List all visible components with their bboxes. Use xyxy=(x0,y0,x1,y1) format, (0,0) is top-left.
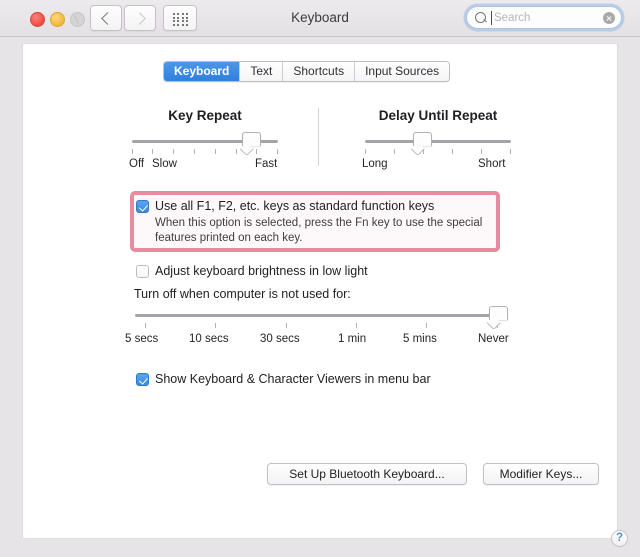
key-repeat-thumb[interactable] xyxy=(242,132,261,146)
turn-off-label: Turn off when computer is not used for: xyxy=(134,287,351,301)
turn-off-track[interactable] xyxy=(135,314,504,317)
fkeys-checkbox[interactable] xyxy=(136,200,149,213)
delay-until-repeat-thumb[interactable] xyxy=(413,132,432,146)
delay-until-repeat-label-short: Short xyxy=(478,158,506,170)
clear-search-icon[interactable] xyxy=(603,12,615,24)
search-placeholder: Search xyxy=(494,12,531,24)
turn-off-tick-label-5: Never xyxy=(478,333,509,345)
delay-until-repeat-group: Delay Until Repeat Long Short xyxy=(362,108,511,170)
fkeys-description-line-1: When this option is selected, press the … xyxy=(155,217,483,229)
turn-off-slider-group: 5 secs 10 secs 30 secs 1 min 5 mins Neve… xyxy=(125,306,509,352)
search-input[interactable]: Search xyxy=(466,6,622,29)
delay-until-repeat-track[interactable] xyxy=(365,140,511,143)
tab-text[interactable]: Text xyxy=(240,62,284,81)
key-repeat-group: Key Repeat Off Slow Fast xyxy=(129,108,278,170)
key-repeat-title: Key Repeat xyxy=(168,108,242,123)
tab-keyboard[interactable]: Keyboard xyxy=(164,62,241,81)
turn-off-tick-label-3: 1 min xyxy=(338,333,367,345)
viewers-checkbox[interactable] xyxy=(136,373,149,386)
viewers-label: Show Keyboard & Character Viewers in men… xyxy=(155,372,431,386)
key-repeat-label-fast: Fast xyxy=(255,158,278,170)
fkeys-label: Use all F1, F2, etc. keys as standard fu… xyxy=(155,199,435,213)
search-icon xyxy=(475,12,486,23)
keyboard-preferences-window: Keyboard Search Keyboard Text Shortcuts … xyxy=(0,0,640,557)
turn-off-thumb[interactable] xyxy=(489,306,508,320)
tab-shortcuts[interactable]: Shortcuts xyxy=(283,62,356,81)
text-cursor xyxy=(491,11,492,25)
turn-off-tick-label-0: 5 secs xyxy=(125,333,159,345)
delay-until-repeat-label-long: Long xyxy=(362,158,388,170)
key-repeat-label-slow: Slow xyxy=(152,158,177,170)
key-repeat-label-off: Off xyxy=(129,158,145,170)
help-button[interactable]: ? xyxy=(611,530,628,547)
turn-off-tick-label-2: 30 secs xyxy=(260,333,300,345)
turn-off-tick-label-1: 10 secs xyxy=(189,333,229,345)
tab-bar: Keyboard Text Shortcuts Input Sources xyxy=(163,61,451,82)
set-up-bluetooth-keyboard-button[interactable]: Set Up Bluetooth Keyboard... xyxy=(267,463,467,485)
modifier-keys-button[interactable]: Modifier Keys... xyxy=(483,463,599,485)
delay-until-repeat-title: Delay Until Repeat xyxy=(378,108,498,123)
fkeys-description-line-2: features printed on each key. xyxy=(155,232,303,244)
window-titlebar: Keyboard Search xyxy=(0,0,640,37)
turn-off-tick-label-4: 5 mins xyxy=(403,333,437,345)
brightness-checkbox[interactable] xyxy=(136,265,149,278)
section-divider xyxy=(318,108,319,166)
tab-input-sources[interactable]: Input Sources xyxy=(355,62,450,81)
brightness-label: Adjust keyboard brightness in low light xyxy=(155,264,368,278)
